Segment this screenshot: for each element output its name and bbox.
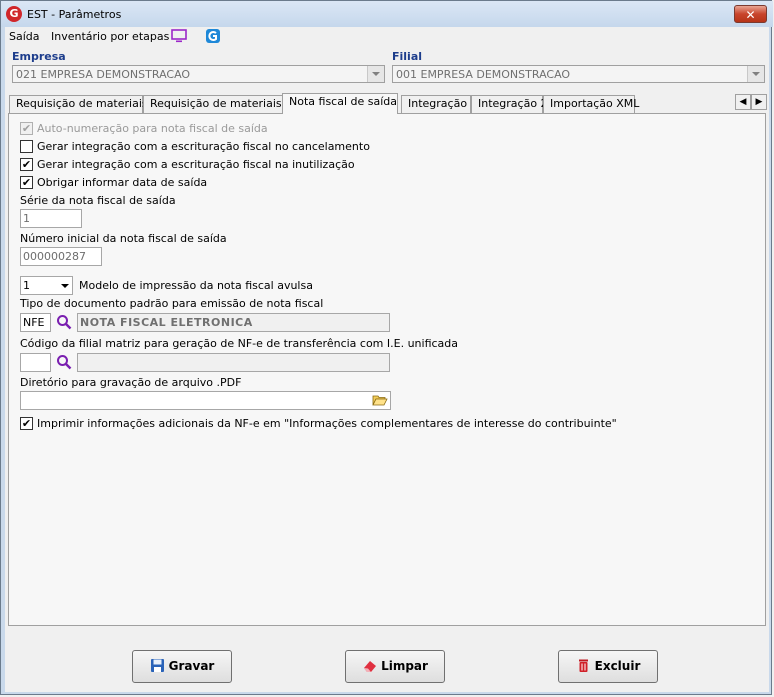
limpar-button[interactable]: Limpar [345, 650, 445, 683]
chevron-down-icon[interactable] [367, 66, 384, 82]
chevron-down-icon[interactable] [747, 66, 764, 82]
tab-strip: Requisição de materiais Requisição de ma… [5, 93, 769, 114]
diretorio-label: Diretório para gravação de arquivo .PDF [20, 376, 242, 389]
filial-matriz-desc [77, 353, 390, 372]
gerar-inutilizacao-checkbox[interactable]: ✔ [20, 158, 33, 171]
menu-inventario[interactable]: Inventário por etapas [51, 30, 169, 43]
obrigar-data-checkbox[interactable]: ✔ [20, 176, 33, 189]
tab-requisicao-materiais[interactable]: Requisição de materiais [9, 95, 148, 113]
empresa-label: Empresa [12, 50, 66, 63]
modelo-value: 1 [23, 279, 30, 292]
tab-importacao-xml[interactable]: Importação XML [543, 95, 639, 113]
folder-open-icon[interactable] [372, 393, 388, 408]
diretorio-input[interactable] [20, 391, 391, 410]
client-area: Saída Inventário por etapas Empresa 021 … [5, 27, 769, 692]
menu-saida[interactable]: Saída [9, 30, 40, 43]
imprimir-info-checkbox[interactable]: ✔ [20, 417, 33, 430]
eraser-icon [364, 661, 377, 672]
filial-value: 001 EMPRESA DEMONSTRACAO [396, 68, 571, 81]
tab-scroll-right-icon[interactable]: ▶ [751, 94, 767, 110]
close-button[interactable]: ✕ [734, 5, 767, 23]
limpar-label: Limpar [381, 659, 428, 673]
gerar-inutilizacao-label: Gerar integração com a escrituração fisc… [37, 158, 355, 171]
tipo-documento-label: Tipo de documento padrão para emissão de… [20, 297, 324, 310]
chevron-down-icon[interactable] [57, 277, 72, 294]
tipo-documento-code-input[interactable]: NFE [20, 313, 51, 332]
tipo-documento-desc: NOTA FISCAL ELETRONICA [77, 313, 390, 332]
imprimir-info-label: Imprimir informações adicionais da NF-e … [37, 417, 617, 430]
title-bar: G EST - Parâmetros ✕ [1, 1, 773, 27]
menu-bar: Saída Inventário por etapas [5, 27, 769, 47]
app-shortcut-icon[interactable] [205, 28, 221, 44]
app-logo-icon: G [6, 6, 22, 22]
trash-icon [578, 659, 588, 672]
gerar-cancelamento-label: Gerar integração com a escrituração fisc… [37, 140, 370, 153]
gravar-button[interactable]: Gravar [132, 650, 232, 683]
excluir-button[interactable]: Excluir [558, 650, 658, 683]
search-icon[interactable] [56, 354, 72, 370]
save-icon [150, 659, 164, 672]
search-icon[interactable] [56, 314, 72, 330]
button-bar: Gravar Limpar Excluir [5, 627, 769, 692]
tab-integracao-2[interactable]: Integração 2 [471, 95, 548, 113]
gerar-cancelamento-checkbox[interactable] [20, 140, 33, 153]
window-title: EST - Parâmetros [27, 8, 122, 21]
monitor-icon[interactable] [171, 28, 187, 44]
serie-input[interactable]: 1 [20, 209, 82, 228]
tab-integracao[interactable]: Integração [401, 95, 471, 113]
tab-requisicao-materiais-2[interactable]: Requisição de materiais 2 [143, 95, 292, 113]
filial-matriz-label: Código da filial matriz para geração de … [20, 337, 459, 350]
excluir-label: Excluir [594, 659, 641, 673]
gravar-label: Gravar [168, 659, 215, 673]
modelo-select[interactable]: 1 [20, 276, 73, 295]
modelo-label: Modelo de impressão da nota fiscal avuls… [79, 279, 313, 292]
tab-scroll-left-icon[interactable]: ◀ [735, 94, 751, 110]
serie-label: Série da nota fiscal de saída [20, 194, 176, 207]
auto-numeracao-checkbox[interactable]: ✔ [20, 122, 33, 135]
empresa-value: 021 EMPRESA DEMONSTRACAO [16, 68, 191, 81]
auto-numeracao-label: Auto-numeração para nota fiscal de saída [37, 122, 268, 135]
numero-inicial-input[interactable]: 000000287 [20, 247, 102, 266]
obrigar-data-label: Obrigar informar data de saída [37, 176, 208, 189]
filial-label: Filial [392, 50, 423, 63]
numero-inicial-label: Número inicial da nota fiscal de saída [20, 232, 227, 245]
filial-combo[interactable]: 001 EMPRESA DEMONSTRACAO [392, 65, 765, 83]
tab-panel: ✔ Auto-numeração para nota fiscal de saí… [8, 113, 766, 626]
empresa-combo[interactable]: 021 EMPRESA DEMONSTRACAO [12, 65, 385, 83]
tab-nota-fiscal-saida[interactable]: Nota fiscal de saída [282, 93, 398, 114]
app-window: G EST - Parâmetros ✕ Saída Inventário po… [0, 0, 773, 695]
filial-matriz-code-input[interactable] [20, 353, 51, 372]
